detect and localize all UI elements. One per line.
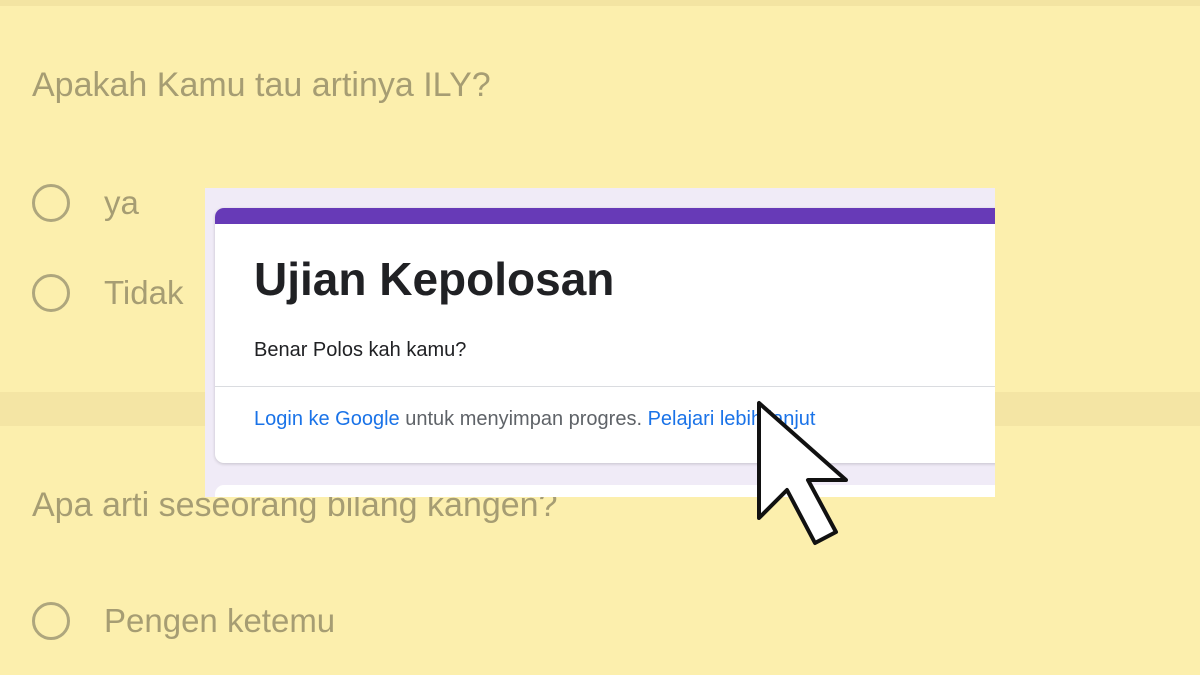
top-divider (0, 0, 1200, 6)
form-divider (215, 386, 995, 387)
radio-button-icon[interactable] (32, 274, 70, 312)
login-google-link[interactable]: Login ke Google (254, 408, 400, 430)
login-notice-text: untuk menyimpan progres. (399, 408, 648, 430)
option-label: ya (104, 184, 139, 221)
radio-button-icon[interactable] (32, 602, 70, 640)
form-title: Ujian Kepolosan (254, 253, 615, 305)
form-description: Benar Polos kah kamu? (254, 339, 467, 361)
option-label: Tidak (104, 274, 184, 311)
option-ya[interactable]: ya (32, 181, 139, 225)
form-header-card: Ujian Kepolosan Benar Polos kah kamu? Lo… (215, 208, 995, 463)
radio-button-icon[interactable] (32, 184, 70, 222)
form-accent-bar (215, 208, 995, 224)
question-title-1: Apakah Kamu tau artinya ILY? (32, 66, 491, 104)
option-tidak[interactable]: Tidak (32, 271, 183, 315)
login-notice: Login ke Google untuk menyimpan progres.… (254, 408, 815, 431)
form-header-overlay: Ujian Kepolosan Benar Polos kah kamu? Lo… (205, 188, 995, 497)
option-label: Pengen ketemu (104, 602, 336, 639)
next-form-card (215, 485, 995, 497)
option-pengen-ketemu[interactable]: Pengen ketemu (32, 599, 335, 643)
mouse-pointer-icon (757, 401, 848, 545)
